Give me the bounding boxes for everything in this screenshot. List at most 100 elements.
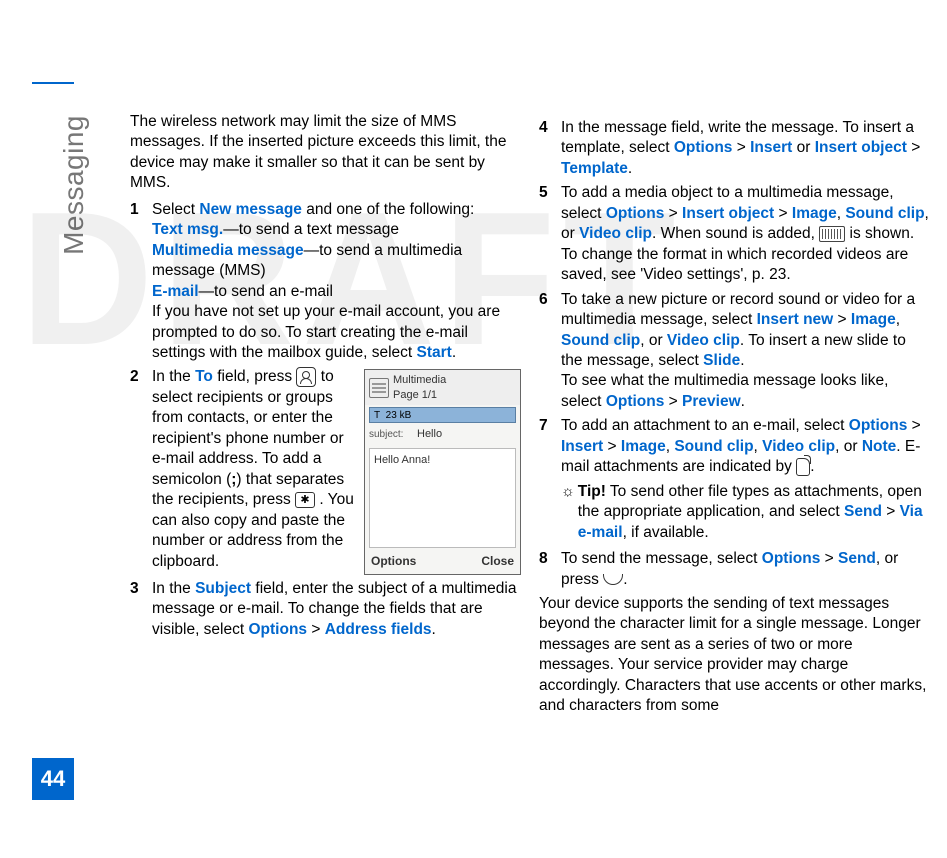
subject-value: Hello xyxy=(417,427,442,442)
section-title: Messaging xyxy=(58,115,90,255)
keyword-options: Options xyxy=(762,550,821,567)
text: . xyxy=(623,571,627,588)
left-column: The wireless network may limit the size … xyxy=(130,112,521,723)
keyword-insert-new: Insert new xyxy=(757,311,834,328)
step-number-7: 7 xyxy=(539,416,561,477)
text: To change the format in which recorded v… xyxy=(561,246,908,283)
text: > xyxy=(882,503,900,520)
text: and one of the following: xyxy=(302,201,474,218)
step-7-body: To add an attachment to an e-mail, selec… xyxy=(561,416,930,477)
softkey-options: Options xyxy=(371,554,416,570)
keyword-options: Options xyxy=(606,205,665,222)
keyword-sound-clip: Sound clip xyxy=(845,205,924,222)
keyword-send: Send xyxy=(844,503,882,520)
step-number-3: 3 xyxy=(130,579,152,640)
attachment-icon xyxy=(796,458,810,476)
text: . When sound is added, xyxy=(652,225,819,242)
step-4-body: In the message field, write the message.… xyxy=(561,118,930,179)
screenshot-header: Multimedia Page 1/1 xyxy=(365,370,520,405)
keyword-send: Send xyxy=(838,550,876,567)
step-6-body: To take a new picture or record sound or… xyxy=(561,290,930,413)
keyword-insert: Insert xyxy=(750,139,792,156)
step-8-body: To send the message, select Options > Se… xyxy=(561,549,930,590)
text: . xyxy=(452,344,456,361)
screenshot-size: 23 kB xyxy=(386,409,412,422)
tip-icon: ☼ xyxy=(561,482,575,543)
call-key-icon xyxy=(603,574,623,585)
multimedia-icon xyxy=(369,378,389,398)
screenshot-page: Page 1/1 xyxy=(393,388,446,403)
subject-label: subject: xyxy=(369,428,413,441)
step-number-6: 6 xyxy=(539,290,561,413)
text: field, press xyxy=(213,369,297,386)
text: > xyxy=(307,621,325,638)
step-1-body: Select New message and one of the follow… xyxy=(152,200,521,364)
step-number-5: 5 xyxy=(539,183,561,285)
top-accent-line xyxy=(32,82,74,84)
contacts-icon xyxy=(296,367,316,387)
text: To add an attachment to an e-mail, selec… xyxy=(561,417,849,434)
keyword-address-fields: Address fields xyxy=(325,621,432,638)
keyword-video-clip: Video clip xyxy=(579,225,652,242)
text: —to send a text message xyxy=(223,221,399,238)
keyword-options: Options xyxy=(849,417,908,434)
keyword-insert-object: Insert object xyxy=(682,205,774,222)
keyword-insert-object: Insert object xyxy=(815,139,907,156)
screenshot-size-bar: T 23 kB xyxy=(369,407,516,423)
text: > xyxy=(907,139,920,156)
text: > xyxy=(732,139,750,156)
text: or xyxy=(792,139,814,156)
screenshot-title: Multimedia xyxy=(393,373,446,388)
step-number-2: 2 xyxy=(130,367,152,574)
step-5-body: To add a media object to a multimedia me… xyxy=(561,183,930,285)
tip-label: Tip! xyxy=(578,483,606,500)
keyword-start: Start xyxy=(417,344,452,361)
keyword-options: Options xyxy=(674,139,733,156)
text: , xyxy=(754,438,763,455)
tip-block: ☼ Tip! To send other file types as attac… xyxy=(561,482,930,543)
phone-screenshot: Multimedia Page 1/1 T 23 kB subject: Hel… xyxy=(364,369,521,574)
text: > xyxy=(833,311,851,328)
keyword-multimedia-message: Multimedia message xyxy=(152,242,304,259)
screenshot-softkeys: Options Close xyxy=(365,552,520,574)
text: . xyxy=(628,160,632,177)
text: > xyxy=(907,417,920,434)
keyword-to: To xyxy=(195,369,213,386)
text: > xyxy=(820,550,838,567)
keyword-sound-clip: Sound clip xyxy=(561,332,640,349)
text: , or xyxy=(640,332,667,349)
tip-body: Tip! To send other file types as attachm… xyxy=(578,482,930,543)
text: . xyxy=(740,352,744,369)
sound-indicator-icon xyxy=(819,226,845,242)
keyword-new-message: New message xyxy=(199,201,302,218)
step-number-4: 4 xyxy=(539,118,561,179)
text: , xyxy=(896,311,900,328)
keyword-template: Template xyxy=(561,160,628,177)
keyword-note: Note xyxy=(862,438,896,455)
step-2-text: In the To field, press to select recipie… xyxy=(152,367,354,572)
keyword-video-clip: Video clip xyxy=(667,332,740,349)
text: , or xyxy=(835,438,862,455)
keyword-image: Image xyxy=(792,205,837,222)
keyword-options: Options xyxy=(248,621,307,638)
outro-paragraph: Your device supports the sending of text… xyxy=(539,594,930,717)
keyword-video-clip: Video clip xyxy=(762,438,835,455)
text: —to send an e-mail xyxy=(199,283,333,300)
content-columns: The wireless network may limit the size … xyxy=(130,112,930,723)
keyword-slide: Slide xyxy=(703,352,740,369)
keyword-sound-clip: Sound clip xyxy=(674,438,753,455)
text: . xyxy=(741,393,745,410)
text: To send the message, select xyxy=(561,550,762,567)
keyword-image: Image xyxy=(621,438,666,455)
screenshot-subject-row: subject: Hello xyxy=(365,425,520,444)
text: is shown. xyxy=(845,225,914,242)
keyword-subject: Subject xyxy=(195,580,251,597)
text: > xyxy=(664,393,682,410)
page-number: 44 xyxy=(32,758,74,800)
keyword-image: Image xyxy=(851,311,896,328)
right-column: 4 In the message field, write the messag… xyxy=(539,112,930,723)
keyword-text-msg: Text msg. xyxy=(152,221,223,238)
screenshot-body: Hello Anna! xyxy=(369,448,516,548)
text: > xyxy=(774,205,792,222)
step-2-body: In the To field, press to select recipie… xyxy=(152,367,521,574)
